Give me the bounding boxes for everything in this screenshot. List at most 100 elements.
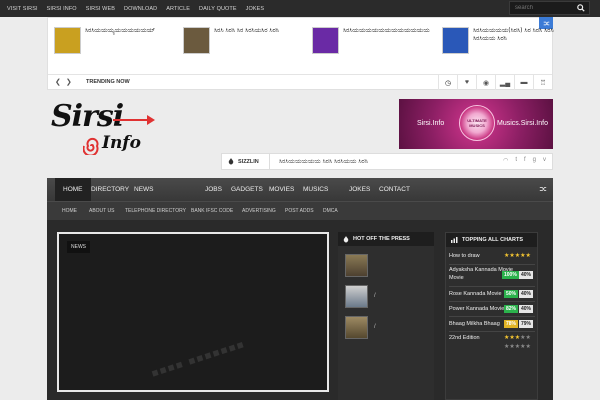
main-section: HOME DIRECTORY NEWS JOBS GADGETS MOVIES …	[47, 178, 553, 400]
topping-all-charts-widget: TOPPING ALL CHARTS How to draw ★★★★★ Ady…	[445, 232, 538, 400]
chart-item-title[interactable]: How to draw	[449, 253, 480, 259]
logo-spiral-icon	[83, 137, 99, 155]
sizzlin-label-text: SIZZLIN	[238, 158, 259, 165]
trending-thumbnail	[312, 27, 339, 54]
top-bar: VISIT SIRSI SIRSI INFO SIRSI WEB DOWNLOA…	[0, 0, 600, 17]
content-area: NEWS ▪▪▪▪ ▪▪▪▪▪▪▪ HOT OFF THE PRESS / / …	[47, 220, 553, 400]
subnav-telephone-directory[interactable]: TELEPHONE DIRECTORY	[125, 208, 186, 214]
trending-thumbnail	[442, 27, 469, 54]
top-nav-daily-quote[interactable]: DAILY QUOTE	[199, 6, 237, 12]
music-disc-icon: ULTIMATE MUSICS	[459, 105, 495, 141]
search-input[interactable]	[510, 5, 574, 11]
chart-item-title[interactable]: Rose Kannada Movie	[449, 291, 502, 297]
main-nav: HOME DIRECTORY NEWS JOBS GADGETS MOVIES …	[47, 178, 553, 201]
shuffle-icon	[543, 21, 549, 25]
trending-title[interactable]: ಸಿರಸಿಯಯಯಯಯಯಯಯಯಯಯಯ	[343, 27, 430, 35]
trending-slider: ಸಿರಸಿಯಯಯ್ಯಯಯಯಯಯಯ್ ಸಿರಸಿ ಸಿರಸಿ ಸಿರ ಸಿರಸಿಯ…	[47, 17, 555, 90]
divider	[449, 286, 535, 287]
nav-contact[interactable]: CONTACT	[379, 178, 410, 201]
nav-jokes[interactable]: JOKES	[349, 178, 370, 201]
nav-news[interactable]: NEWS	[134, 178, 154, 201]
search-box	[509, 1, 590, 15]
trending-bar: ❮ ❯ TRENDING NOW ◷ ♥ ◉ ▂▄ ▬ ♖	[48, 74, 552, 90]
subnav-post-adds[interactable]: POST ADDS	[285, 208, 314, 214]
googleplus-icon[interactable]: g	[533, 157, 536, 164]
search-icon[interactable]	[577, 4, 585, 12]
featured-post[interactable]: NEWS ▪▪▪▪ ▪▪▪▪▪▪▪	[57, 232, 329, 392]
nav-musics[interactable]: MUSICS	[303, 178, 328, 201]
trending-card[interactable]: ಸಿರಸಿಯಯಯಯಯಯಯಯಯಯಯಯ	[312, 27, 430, 54]
twitter-icon[interactable]: t	[515, 157, 517, 164]
top-nav-sirsi-info[interactable]: SIRSI INFO	[47, 6, 77, 12]
trending-label: TRENDING NOW	[86, 79, 130, 85]
score-badge: 82%	[504, 305, 519, 313]
trending-title[interactable]: ಸಿರಸಿ ಸಿರಸಿ ಸಿರ ಸಿರಸಿಯಸಿರ ಸಿರಸಿ	[214, 27, 296, 35]
chart-item-title[interactable]: Bhaag Milkha Bhaag	[449, 321, 500, 327]
eye-icon[interactable]: ◉	[476, 75, 495, 90]
comment-icon[interactable]: ▬	[514, 75, 533, 90]
subnav-about-us[interactable]: ABOUT US	[89, 208, 114, 214]
chevron-right-icon[interactable]: ❯	[66, 78, 72, 86]
ad-banner[interactable]: Sirsi.Info ULTIMATE MUSICS Musics.Sirsi.…	[399, 99, 553, 149]
top-nav-download[interactable]: DOWNLOAD	[124, 6, 157, 12]
chevron-left-icon[interactable]: ❮	[55, 78, 61, 86]
score-badge: 78%	[504, 320, 519, 328]
divider	[449, 301, 535, 302]
divider	[449, 264, 535, 265]
clock-icon[interactable]: ◷	[438, 75, 457, 90]
trending-title[interactable]: ಸಿರಸಿಯಯಯ್ಯಯಯಯಯಯಯ್	[85, 27, 167, 35]
trending-card[interactable]: ಸಿರಸಿಯಯಯ್ಯಯಯಯಯಯಯ್	[54, 27, 167, 54]
nav-jobs[interactable]: JOBS	[205, 178, 222, 201]
widget-header: TOPPING ALL CHARTS	[446, 233, 537, 247]
rss-icon[interactable]: ◠	[503, 157, 508, 164]
chart-item-title[interactable]: 22nd Edition	[449, 335, 480, 341]
top-nav-sirsi-web[interactable]: SIRSI WEB	[86, 6, 115, 12]
logo-text-info: Info	[102, 133, 141, 153]
score-badge: 40%	[519, 290, 534, 298]
nav-directory[interactable]: DIRECTORY	[91, 178, 129, 201]
divider	[449, 316, 535, 317]
trending-card[interactable]: ಸಿರಸಿ ಸಿರಸಿ ಸಿರ ಸಿರಸಿಯಸಿರ ಸಿರಸಿ	[183, 27, 296, 54]
sub-nav: HOME ABOUT US TELEPHONE DIRECTORY BANK I…	[47, 201, 553, 220]
score-badge: 50%	[504, 290, 519, 298]
facebook-icon[interactable]: f	[524, 157, 526, 164]
press-title[interactable]: /	[374, 293, 376, 299]
vimeo-icon[interactable]: v	[543, 157, 546, 164]
press-thumbnail[interactable]	[345, 285, 368, 308]
subnav-home[interactable]: HOME	[62, 208, 77, 214]
nav-home[interactable]: HOME	[55, 178, 91, 201]
flame-icon	[343, 235, 349, 242]
trending-thumbnail	[183, 27, 210, 54]
score-badge: 79%	[519, 320, 534, 328]
subnav-advertising[interactable]: ADVERTISING	[242, 208, 276, 214]
featured-watermark: ▪▪▪▪ ▪▪▪▪▪▪▪	[149, 337, 247, 380]
press-thumbnail[interactable]	[345, 316, 368, 339]
chart-item-subtitle: Movie	[449, 275, 464, 281]
sizzlin-headline[interactable]: ಸಿರಸಿಯಯಯಯಯ ಸಿರಸಿ ಸಿರಸಿಯಯ ಸಿರಸಿ	[279, 158, 368, 166]
trending-thumbnail	[54, 27, 81, 54]
subnav-dmca[interactable]: DMCA	[323, 208, 338, 214]
random-article-icon[interactable]	[539, 185, 547, 193]
press-title[interactable]: /	[374, 324, 376, 330]
heart-icon[interactable]: ♥	[457, 75, 476, 90]
trending-title[interactable]: ಸಿರಸಿಯಯಯಯ(ಸಿರಸಿ) ಸಿರ ಸಿರಸಿ ಸಿರಸಿ ಸಿರಸಿಯಯ…	[473, 27, 555, 43]
top-nav-visit-sirsi[interactable]: VISIT SIRSI	[7, 6, 38, 12]
news-badge[interactable]: NEWS	[67, 241, 90, 253]
site-logo[interactable]: Sirsi Info	[47, 99, 157, 164]
trending-card[interactable]: ಸಿರಸಿಯಯಯಯ(ಸಿರಸಿ) ಸಿರ ಸಿರಸಿ ಸಿರಸಿ ಸಿರಸಿಯಯ…	[442, 27, 555, 54]
subnav-bank-ifsc-code[interactable]: BANK IFSC CODE	[191, 208, 233, 214]
nav-gadgets[interactable]: GADGETS	[231, 178, 263, 201]
top-nav-jokes[interactable]: JOKES	[246, 6, 265, 12]
top-nav-article[interactable]: ARTICLE	[166, 6, 190, 12]
press-thumbnail[interactable]	[345, 254, 368, 277]
chart-item-title[interactable]: Power Kannada Movie	[449, 306, 504, 312]
banner-left-text: Sirsi.Info	[417, 120, 445, 127]
trophy-icon[interactable]: ♖	[533, 75, 552, 90]
sizzlin-label: SIZZLIN	[222, 154, 270, 169]
nav-movies[interactable]: MOVIES	[269, 178, 294, 201]
bar-chart-icon[interactable]: ▂▄	[495, 75, 514, 90]
score-badge: 40%	[519, 271, 534, 279]
bar-chart-icon	[451, 237, 458, 243]
banner-right-text: Musics.Sirsi.Info	[497, 120, 548, 127]
top-nav: VISIT SIRSI SIRSI INFO SIRSI WEB DOWNLOA…	[7, 0, 264, 17]
